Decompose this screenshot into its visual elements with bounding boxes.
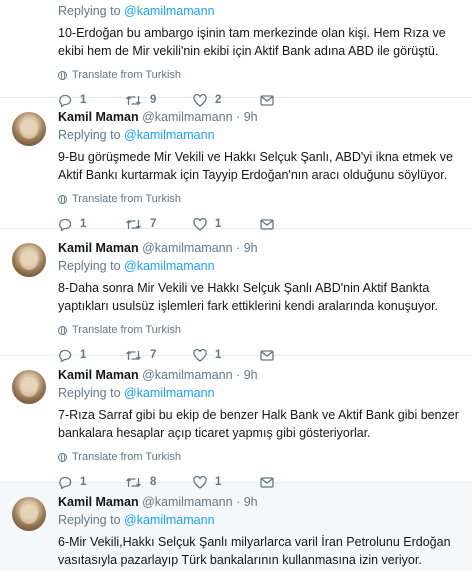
avatar[interactable]: [12, 497, 46, 531]
author-handle[interactable]: @kamilmamann: [142, 495, 233, 509]
author-name[interactable]: Kamil Maman: [58, 110, 139, 124]
tweet-text: 10-Erdoğan bu ambargo işinin tam merkezi…: [58, 26, 446, 58]
author-handle[interactable]: @kamilmamann: [142, 110, 233, 124]
globe-icon: [58, 325, 67, 335]
separator-dot: ·: [236, 110, 241, 124]
tweet-item[interactable]: Kamil Maman @kamilmamann · 9h Replying t…: [0, 229, 472, 362]
tweet-timestamp[interactable]: 9h: [244, 110, 258, 124]
tweet-timestamp[interactable]: 9h: [244, 495, 258, 509]
tweet-header: Kamil Maman @kamilmamann · 9h: [58, 493, 462, 511]
globe-icon: [58, 452, 67, 462]
author-name[interactable]: Kamil Maman: [58, 495, 139, 509]
replying-to: Replying to @kamilmamann: [58, 386, 215, 400]
translate-link[interactable]: Translate from Turkish: [58, 69, 462, 81]
reply-mention-link[interactable]: @kamilmamann: [124, 386, 215, 400]
author-name[interactable]: Kamil Maman: [58, 241, 139, 255]
tweet-text: 9-Bu görüşmede Mir Vekili ve Hakkı Selçu…: [58, 150, 453, 182]
separator-dot: ·: [236, 368, 241, 382]
tweet-header: Kamil Maman @kamilmamann · 9h: [58, 366, 462, 384]
tweet-feed: Replying to @kamilmamann 10-Erdoğan bu a…: [0, 0, 472, 571]
tweet-text: 7-Rıza Sarraf gibi bu ekip de benzer Hal…: [58, 408, 459, 440]
reply-mention-link[interactable]: @kamilmamann: [124, 128, 215, 142]
avatar[interactable]: [12, 370, 46, 404]
globe-icon: [58, 70, 67, 80]
tweet-text: 8-Daha sonra Mir Vekili ve Hakkı Selçuk …: [58, 281, 439, 313]
author-name[interactable]: Kamil Maman: [58, 368, 139, 382]
tweet-timestamp[interactable]: 9h: [244, 241, 258, 255]
tweet-item[interactable]: Kamil Maman @kamilmamann · 9h Replying t…: [0, 483, 472, 571]
tweet-header: Kamil Maman @kamilmamann · 9h: [58, 239, 462, 257]
tweet-item[interactable]: Kamil Maman @kamilmamann · 9h Replying t…: [0, 356, 472, 489]
replying-to: Replying to @kamilmamann: [58, 259, 215, 273]
tweet-header: Kamil Maman @kamilmamann · 9h: [58, 108, 462, 126]
avatar[interactable]: [12, 112, 46, 146]
author-handle[interactable]: @kamilmamann: [142, 241, 233, 255]
reply-mention-link[interactable]: @kamilmamann: [124, 513, 215, 527]
translate-link[interactable]: Translate from Turkish: [58, 324, 462, 336]
reply-mention-link[interactable]: @kamilmamann: [124, 4, 215, 18]
translate-link[interactable]: Translate from Turkish: [58, 193, 462, 205]
replying-to: Replying to @kamilmamann: [58, 4, 215, 18]
envelope-icon: [260, 218, 274, 230]
reply-mention-link[interactable]: @kamilmamann: [124, 259, 215, 273]
tweet-item[interactable]: Replying to @kamilmamann 10-Erdoğan bu a…: [0, 0, 472, 107]
replying-to: Replying to @kamilmamann: [58, 128, 215, 142]
avatar[interactable]: [12, 243, 46, 277]
separator-dot: ·: [236, 241, 241, 255]
separator-dot: ·: [236, 495, 241, 509]
replying-to: Replying to @kamilmamann: [58, 513, 215, 527]
translate-link[interactable]: Translate from Turkish: [58, 451, 462, 463]
tweet-item[interactable]: Kamil Maman @kamilmamann · 9h Replying t…: [0, 98, 472, 231]
globe-icon: [58, 194, 67, 204]
tweet-timestamp[interactable]: 9h: [244, 368, 258, 382]
direct-message-button[interactable]: [260, 218, 274, 230]
tweet-text: 6-Mir Vekili,Hakkı Selçuk Şanlı milyarla…: [58, 535, 451, 567]
author-handle[interactable]: @kamilmamann: [142, 368, 233, 382]
